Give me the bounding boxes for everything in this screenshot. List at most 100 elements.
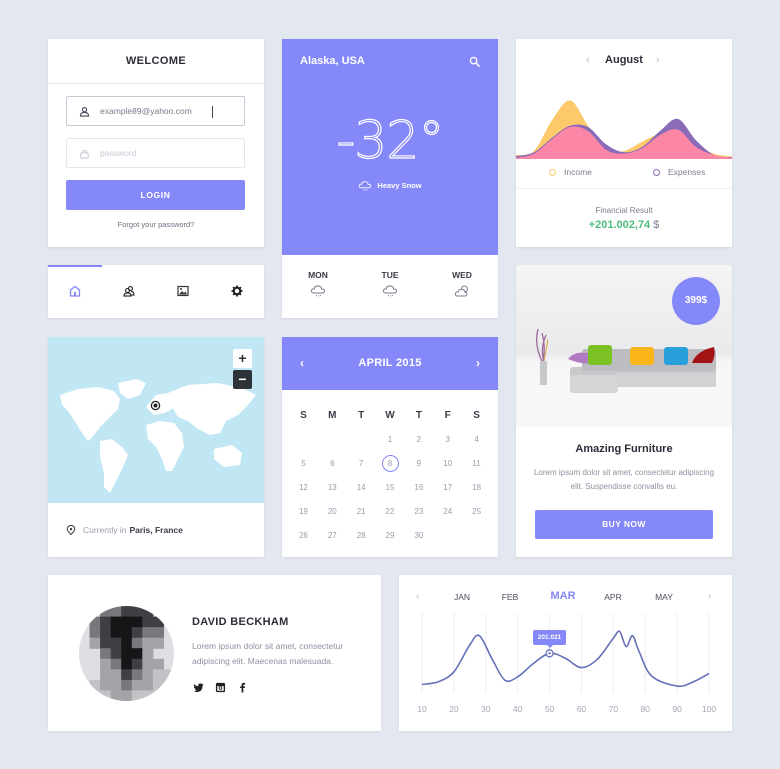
email-input[interactable] [100,106,240,116]
password-field[interactable] [66,138,245,168]
x-tick-label: 100 [701,704,717,714]
product-description: Lorem ipsum dolor sit amet, consectetur … [533,468,715,491]
avatar-pixel [142,658,154,670]
weather-card: Alaska, USA -32° Heavy Snow MON TUE WED [282,39,498,318]
calendar-day[interactable]: 26 [289,531,318,540]
calendar-day[interactable]: 5 [289,459,318,468]
calendar-header: ‹ APRIL 2015 › [282,337,498,390]
calendar-week: 19 20 21 22 23 24 25 [289,499,491,523]
calendar-day[interactable]: 2 [404,435,433,444]
calendar-day[interactable]: 17 [433,483,462,492]
chart-tooltip: 201.021 [533,630,567,649]
location-name: Paris, France [129,525,183,535]
weather-condition: Heavy Snow [282,179,498,193]
location-prefix: Currently in [83,525,127,535]
world-map[interactable]: + − [48,337,264,503]
calendar-day[interactable]: 21 [347,507,376,516]
instagram-link[interactable] [214,681,226,693]
avatar-pixel [142,606,154,618]
avatar-pixel [121,627,133,639]
x-tick-label: 70 [608,704,619,714]
calendar-day[interactable]: 23 [404,507,433,516]
calendar-day[interactable]: 25 [462,507,491,516]
user-icon [79,106,90,117]
avatar-pixel [121,658,133,670]
calendar-day[interactable]: 14 [347,483,376,492]
calendar-day[interactable]: 28 [347,531,376,540]
calendar-day[interactable]: 27 [318,531,347,540]
calendar-day[interactable]: 29 [376,531,405,540]
location-marker-icon[interactable] [150,400,161,411]
weekday-label: S [473,409,480,421]
password-input[interactable] [100,148,240,158]
legend-income: Income [549,167,592,177]
email-field[interactable] [66,96,245,126]
x-tick-label: 40 [512,704,523,714]
avatar-pixel [110,690,122,701]
avatar-pixel [121,616,133,628]
tab-users[interactable] [122,284,136,298]
calendar-day[interactable]: 10 [433,459,462,468]
calendar-day[interactable]: 3 [433,435,462,444]
calendar-week: 12 13 14 15 16 17 18 [289,475,491,499]
avatar-pixel [100,606,112,618]
search-icon[interactable] [469,56,480,67]
avatar-pixel [110,648,122,660]
calendar-day[interactable]: 30 [404,531,433,540]
twitter-link[interactable] [192,681,204,693]
active-tab-indicator [48,265,102,267]
profile-card: DAVID BECKHAM Lorem ipsum dolor sit amet… [48,575,381,731]
calendar-day[interactable]: 12 [289,483,318,492]
text-caret [212,106,213,118]
facebook-link[interactable] [236,681,248,693]
avatar-pixel [152,690,164,701]
calendar-day[interactable]: 8 [376,454,405,472]
avatar-pixel [142,690,154,701]
avatar-pixel [100,637,112,649]
calendar-day[interactable]: 20 [318,507,347,516]
calendar-day[interactable]: 11 [462,459,491,468]
weekday-label: T [415,409,422,421]
avatar-pixel [89,637,101,649]
avatar-pixel [89,627,101,639]
forgot-password-link[interactable]: Forgot your password? [48,220,264,229]
avatar-pixel [142,669,154,681]
weekday-label: S [300,409,307,421]
calendar-day[interactable]: 1 [376,435,405,444]
calendar-day[interactable]: 7 [347,459,376,468]
buy-now-button[interactable]: BUY NOW [535,510,713,539]
profile-name: DAVID BECKHAM [192,616,289,628]
tab-gallery[interactable] [176,284,190,298]
calendar-day[interactable]: 6 [318,459,347,468]
zoom-in-button[interactable]: + [233,349,252,368]
calendar-day[interactable]: 4 [462,435,491,444]
highlight-point-center [548,652,551,655]
avatar-pixel [100,690,112,701]
chevron-right-icon[interactable]: › [656,54,660,66]
avatar-pixel [152,616,164,628]
result-currency: $ [653,219,660,231]
avatar-pixel [163,669,174,681]
x-tick-label: 50 [544,704,555,714]
tab-home[interactable] [68,284,82,298]
zoom-out-button[interactable]: − [233,370,252,389]
avatar-pixel [110,606,122,618]
avatar [79,606,174,701]
calendar-day[interactable]: 22 [376,507,405,516]
tab-settings[interactable] [230,284,244,298]
next-month-icon[interactable]: › [476,356,480,370]
calendar-week: 26 27 28 29 30 [289,523,491,547]
login-button[interactable]: LOGIN [66,180,245,210]
calendar-day[interactable]: 13 [318,483,347,492]
avatar-pixel [100,648,112,660]
calendar-day[interactable]: 15 [376,483,405,492]
calendar-day[interactable]: 16 [404,483,433,492]
calendar-day[interactable]: 24 [433,507,462,516]
calendar-month: APRIL 2015 [358,357,422,369]
divider [516,188,732,189]
line-chart-card: ‹ JAN FEB MAR APR MAY › 201.021 10 20 30 40… [399,575,732,731]
avatar-pixel [110,616,122,628]
calendar-day[interactable]: 9 [404,459,433,468]
calendar-day[interactable]: 19 [289,507,318,516]
calendar-day[interactable]: 18 [462,483,491,492]
